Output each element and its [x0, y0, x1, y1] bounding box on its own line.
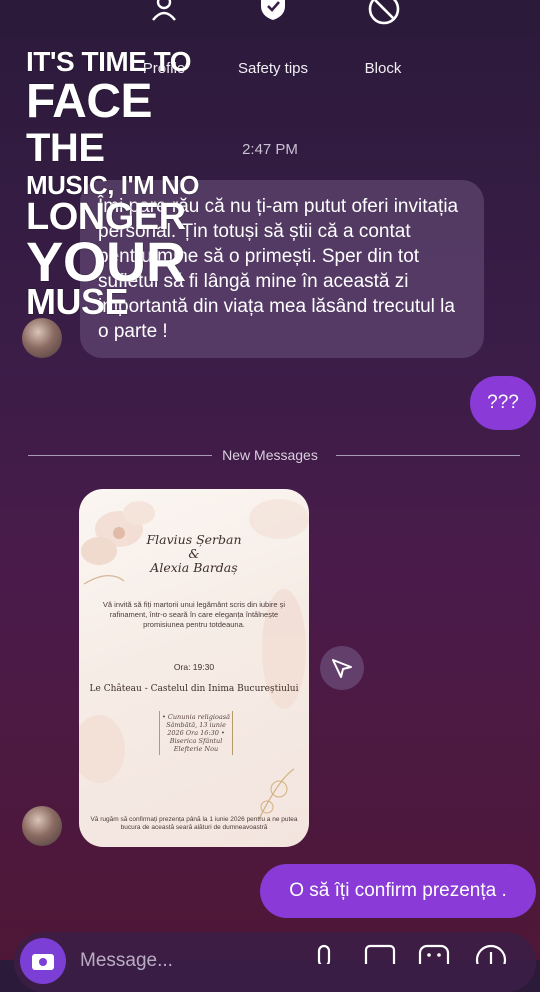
gallery-icon[interactable]: [364, 944, 396, 964]
invitation-body: Vă invită să fiți martorii unui legământ…: [102, 600, 286, 629]
sticker-icon[interactable]: [418, 944, 452, 964]
groom-name: Flavius Șerban: [146, 532, 242, 547]
camera-button[interactable]: [20, 938, 66, 984]
share-button[interactable]: [320, 646, 364, 690]
microphone-icon[interactable]: [312, 944, 336, 964]
profile-icon: [148, 0, 180, 32]
divider-right: [336, 455, 520, 456]
invitation-venue: Le Château - Castelul din Inima Bucureșt…: [89, 684, 299, 694]
invitation-image[interactable]: Flavius Șerban & Alexia Bardaș Vă invită…: [79, 489, 309, 847]
bride-name: Alexia Bardaș: [150, 560, 238, 575]
outgoing-message[interactable]: O să îți confirm prezența .: [260, 864, 536, 918]
outgoing-message[interactable]: ???: [470, 376, 536, 430]
block-label: Block: [364, 60, 402, 77]
avatar[interactable]: [22, 318, 62, 358]
overlay-line: FACE: [26, 75, 153, 128]
ampersand: &: [188, 546, 200, 561]
overlay-line: THE: [26, 126, 105, 170]
invitation-time: Ora: 19:30: [173, 662, 215, 672]
message-input[interactable]: Message...: [80, 950, 173, 972]
ceremony-details: • Cununia religioasă Sâmbătă, 13 iunie 2…: [159, 711, 233, 755]
rsvp-note: Vă rugăm să confirmați prezența până la …: [90, 816, 298, 831]
couple-names: Flavius Șerban & Alexia Bardaș: [79, 533, 309, 575]
block-action[interactable]: Block: [323, 0, 443, 77]
overlay-line: MUSIC, I'M NO: [26, 170, 200, 200]
shield-icon: [257, 0, 289, 32]
overlay-text: IT'S TIME TO FACE THE MUSIC, I'M NO LONG…: [26, 48, 256, 320]
block-icon: [367, 0, 400, 32]
camera-icon: [32, 954, 54, 970]
send-icon: [332, 659, 352, 678]
overlay-line: IT'S TIME TO: [26, 46, 192, 77]
avatar[interactable]: [22, 806, 62, 846]
add-icon[interactable]: [474, 944, 508, 964]
